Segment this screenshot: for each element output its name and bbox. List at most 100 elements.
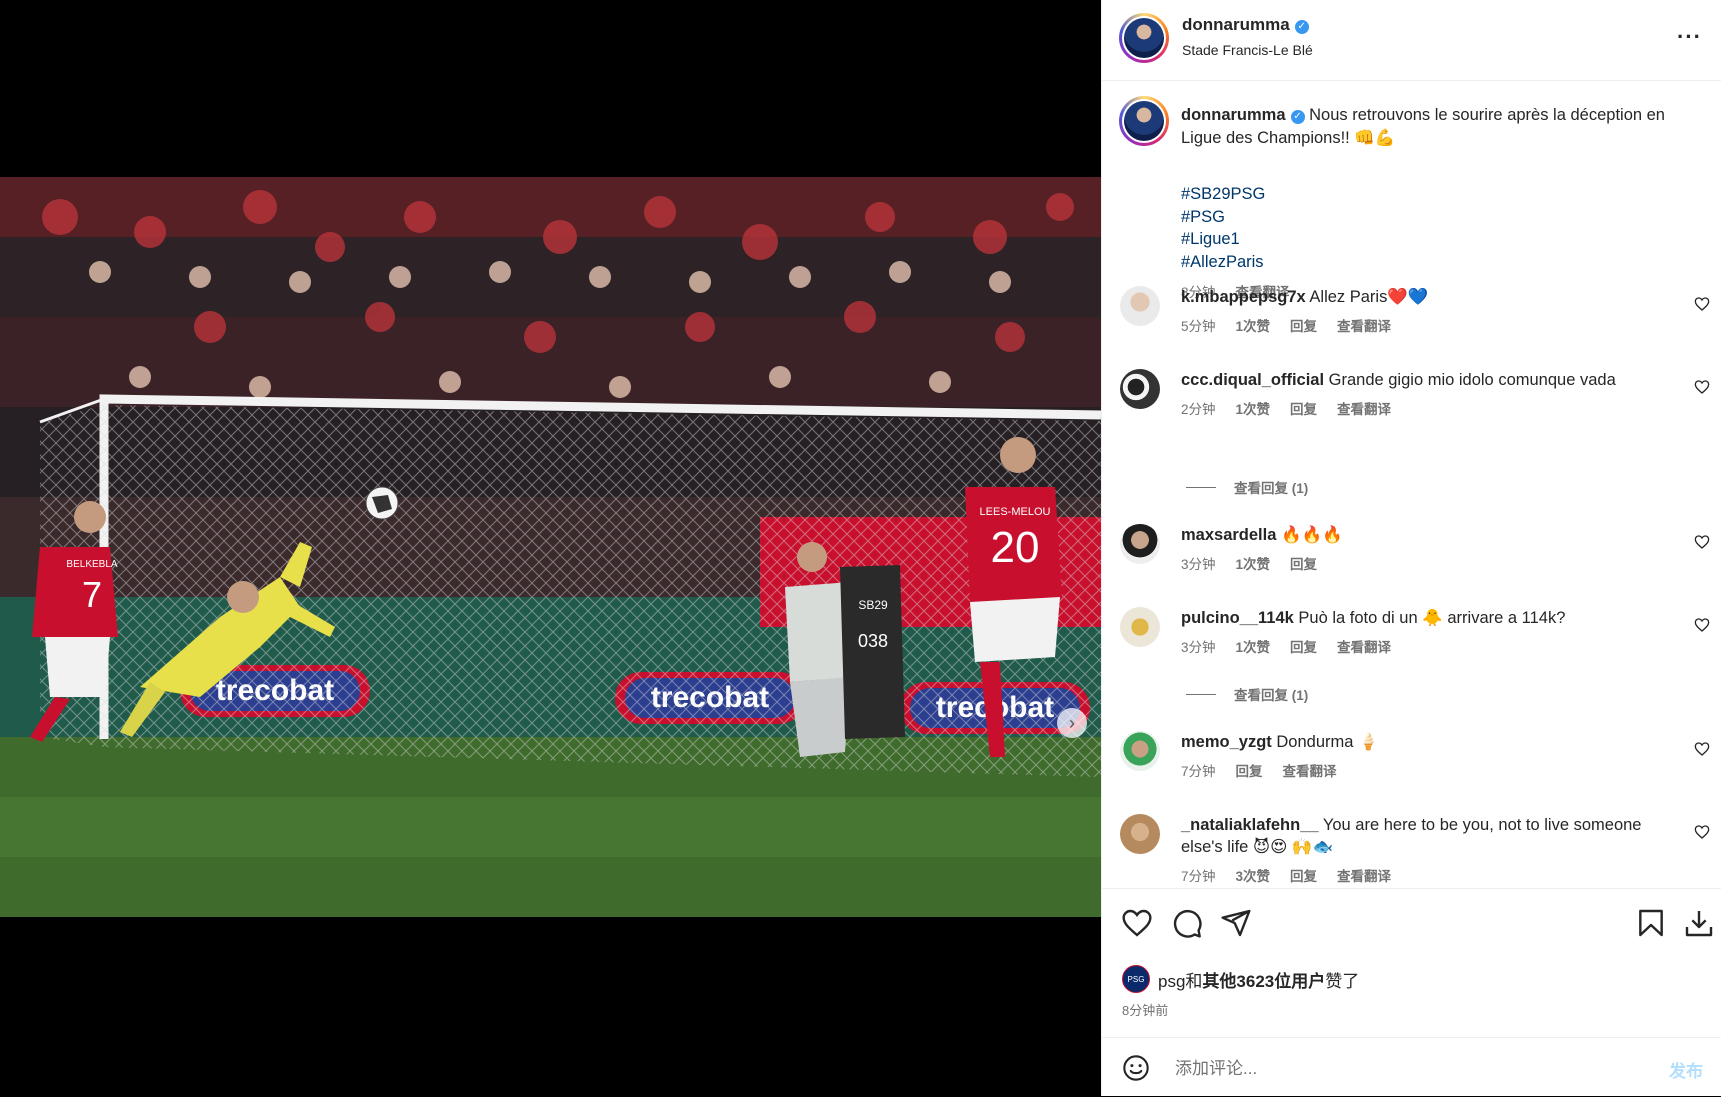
avatar[interactable] [1119, 96, 1169, 146]
like-count[interactable]: 1次赞 [1236, 316, 1271, 338]
like-count[interactable]: 1次赞 [1236, 399, 1271, 421]
view-replies-button[interactable]: 查看回复 (1) [1186, 684, 1308, 704]
comments-list[interactable]: donnarumma ✓ Nous retrouvons le sourire a… [1102, 81, 1721, 887]
verified-badge-icon: ✓ [1290, 110, 1305, 124]
timestamp[interactable]: 7分钟 [1181, 866, 1216, 887]
share-send-icon[interactable] [1220, 907, 1252, 939]
psg-logo-icon: PSG [1122, 965, 1150, 993]
comment-meta: 3分钟 1次赞 回复 查看翻译 [1181, 637, 1661, 659]
comment-meta: 7分钟 回复 查看翻译 [1181, 761, 1661, 783]
translate-link[interactable]: 查看翻译 [1337, 637, 1391, 659]
reply-button[interactable]: 回复 [1236, 761, 1263, 783]
like-heart-icon[interactable] [1694, 534, 1710, 550]
comment-body: memo_yzgt Dondurma 🍦 7分钟 回复 查看翻译 [1181, 731, 1661, 783]
comment-text: Dondurma 🍦 [1276, 733, 1379, 751]
verified-badge-icon: ✓ [1294, 20, 1309, 34]
timestamp[interactable]: 3分钟 [1181, 637, 1216, 659]
comment-text: Grande gigio mio idolo comunque vada [1328, 371, 1616, 389]
likes-count[interactable]: 其他3623位用户 [1202, 972, 1325, 991]
hashtag-link[interactable]: #PSG [1181, 206, 1265, 229]
hashtag-link[interactable]: #AllezParis [1181, 251, 1265, 274]
like-heart-icon[interactable] [1694, 379, 1710, 395]
post-location[interactable]: Stade Francis-Le Blé [1182, 42, 1313, 58]
emoji-icon[interactable] [1122, 1054, 1150, 1082]
likes-summary[interactable]: PSG psg和其他3623位用户赞了 [1122, 965, 1359, 993]
view-replies-button[interactable]: 查看回复 (1) [1186, 477, 1308, 497]
translate-link[interactable]: 查看翻译 [1283, 761, 1337, 783]
translate-link[interactable]: 查看翻译 [1337, 399, 1391, 421]
svg-text:LEES-MELOU: LEES-MELOU [980, 506, 1051, 518]
football-match-illustration: trecobat trecobat trecobat [0, 177, 1101, 917]
comment-body: k.mbappepsg7x Allez Paris❤️💙 5分钟 1次赞 回复 … [1181, 286, 1661, 338]
avatar[interactable] [1119, 13, 1169, 63]
translate-link[interactable]: 查看翻译 [1337, 316, 1391, 338]
reply-button[interactable]: 回复 [1290, 316, 1317, 338]
like-heart-icon[interactable] [1121, 907, 1153, 939]
comment-meta: 5分钟 1次赞 回复 查看翻译 [1181, 316, 1661, 338]
translate-link[interactable]: 查看翻译 [1337, 866, 1391, 887]
like-count[interactable]: 1次赞 [1236, 637, 1271, 659]
comment-username[interactable]: k.mbappepsg7x [1181, 288, 1306, 306]
post-photo[interactable]: trecobat trecobat trecobat [0, 177, 1101, 917]
more-horizontal-icon: ··· [1677, 24, 1702, 49]
hashtag-list: #SB29PSG #PSG #Ligue1 #AllezParis [1181, 183, 1265, 273]
svg-text:BELKEBLA: BELKEBLA [66, 559, 117, 570]
comment-bubble-icon[interactable] [1171, 907, 1203, 939]
comment-username[interactable]: _nataliaklafehn__ [1181, 816, 1319, 834]
like-heart-icon[interactable] [1694, 296, 1710, 312]
caption-username[interactable]: donnarumma [1181, 106, 1286, 124]
more-options-button[interactable]: ··· [1677, 24, 1702, 50]
comment-body: maxsardella 🔥🔥🔥 3分钟 1次赞 回复 [1181, 524, 1661, 576]
download-icon[interactable] [1683, 907, 1715, 939]
chevron-right-icon: › [1069, 713, 1075, 733]
like-heart-icon[interactable] [1694, 617, 1710, 633]
comment-input[interactable] [1173, 1056, 1627, 1082]
reply-button[interactable]: 回复 [1290, 554, 1317, 576]
bookmark-icon[interactable] [1635, 907, 1667, 939]
comment-text: 🔥🔥🔥 [1281, 526, 1343, 544]
comment-text: Allez Paris❤️💙 [1309, 288, 1429, 306]
avatar[interactable] [1120, 731, 1160, 771]
svg-text:SB29: SB29 [858, 598, 888, 612]
comment-meta: 3分钟 1次赞 回复 [1181, 554, 1661, 576]
post-comment-button[interactable]: 发布 [1669, 1057, 1703, 1082]
media-area: trecobat trecobat trecobat [0, 0, 1101, 1096]
post-time[interactable]: 8分钟前 [1122, 1000, 1168, 1019]
comment-username[interactable]: maxsardella [1181, 526, 1276, 544]
add-comment-bar: 发布 [1102, 1037, 1721, 1097]
post-detail-panel: donnarumma ✓ Stade Francis-Le Blé ··· don… [1101, 0, 1721, 1096]
like-heart-icon[interactable] [1694, 824, 1710, 840]
comment-username[interactable]: pulcino__114k [1181, 609, 1294, 627]
like-heart-icon[interactable] [1694, 741, 1710, 757]
comment-text: Può la foto di un 🐥 arrivare a 114k? [1298, 609, 1566, 627]
timestamp[interactable]: 2分钟 [1181, 399, 1216, 421]
svg-text:038: 038 [858, 631, 888, 651]
reply-button[interactable]: 回复 [1290, 637, 1317, 659]
comment-body: pulcino__114k Può la foto di un 🐥 arriva… [1181, 607, 1661, 659]
comment-meta: 2分钟 1次赞 回复 查看翻译 [1181, 399, 1661, 421]
caption-text: donnarumma ✓ Nous retrouvons le sourire a… [1181, 104, 1681, 150]
avatar[interactable] [1120, 814, 1160, 854]
carousel-next-button[interactable]: › [1057, 708, 1087, 738]
comment-username[interactable]: memo_yzgt [1181, 733, 1272, 751]
like-count[interactable]: 1次赞 [1236, 554, 1271, 576]
reply-button[interactable]: 回复 [1290, 399, 1317, 421]
comment-username[interactable]: ccc.diqual_official [1181, 371, 1324, 389]
timestamp[interactable]: 5分钟 [1181, 316, 1216, 338]
author-username[interactable]: donnarumma ✓ [1182, 15, 1309, 35]
svg-text:7: 7 [82, 574, 102, 615]
avatar[interactable] [1120, 369, 1160, 409]
comment-body: _nataliaklafehn__ You are here to be you… [1181, 814, 1661, 887]
comment-body: ccc.diqual_official Grande gigio mio ido… [1181, 369, 1661, 421]
avatar[interactable] [1120, 607, 1160, 647]
reply-button[interactable]: 回复 [1290, 866, 1317, 887]
timestamp[interactable]: 7分钟 [1181, 761, 1216, 783]
hashtag-link[interactable]: #SB29PSG [1181, 183, 1265, 206]
like-count[interactable]: 3次赞 [1236, 866, 1271, 887]
hashtag-link[interactable]: #Ligue1 [1181, 228, 1265, 251]
avatar[interactable] [1120, 286, 1160, 326]
timestamp[interactable]: 3分钟 [1181, 554, 1216, 576]
post-header: donnarumma ✓ Stade Francis-Le Blé ··· [1102, 0, 1721, 81]
svg-text:20: 20 [991, 523, 1040, 572]
avatar[interactable] [1120, 524, 1160, 564]
